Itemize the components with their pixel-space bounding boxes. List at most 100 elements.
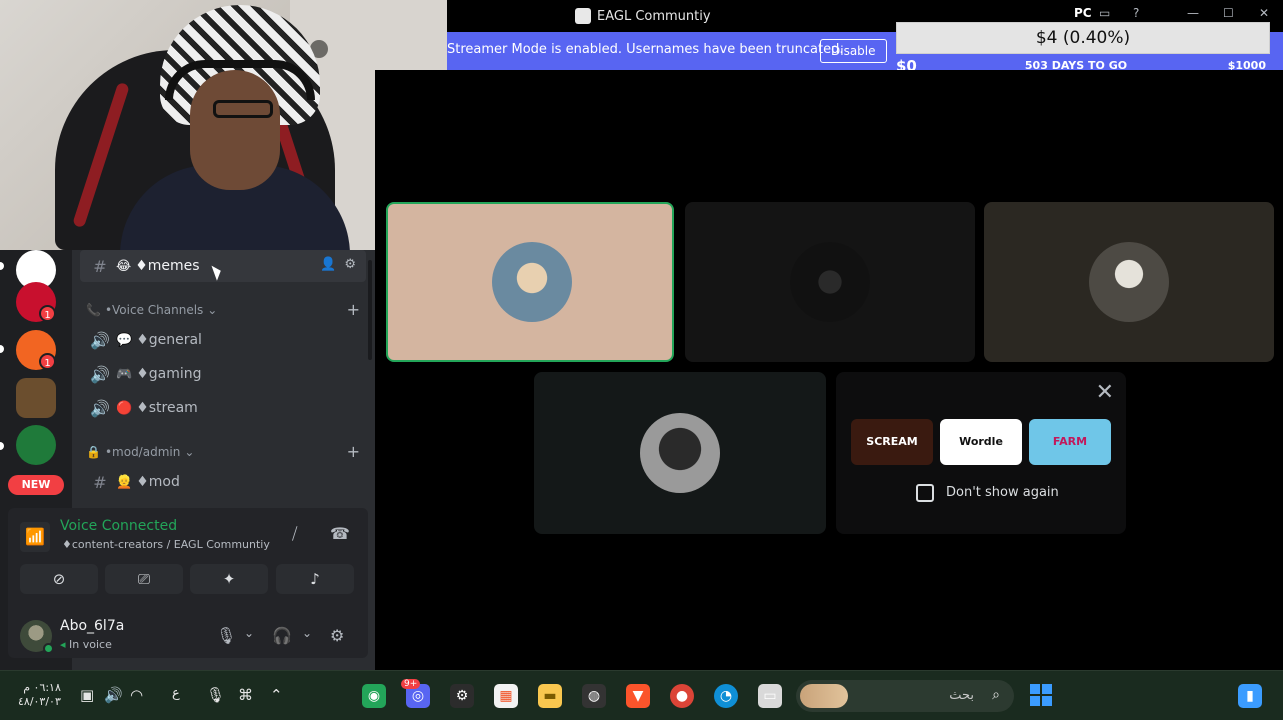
activities-button[interactable]: ✦ <box>190 564 268 594</box>
tray-app-icon[interactable]: ⌘ <box>238 686 253 704</box>
voice-panel: 📶 Voice Connected ♦content-creators / EA… <box>8 508 368 658</box>
goal-amount: $4 (0.40%) <box>1035 28 1131 48</box>
signal-icon[interactable]: 📶 <box>20 522 50 552</box>
server-badge: 1 <box>39 305 56 322</box>
taskbar: ٠٦:١٨ م ٤٨/٠٣/٠٣ ▣ 🔊 ◠ ع 🎙 ⌘ ⌃ ◉ ◎ 9+ ⚙ … <box>0 670 1283 720</box>
camera-button[interactable]: ⊘ <box>20 564 98 594</box>
minimize-button[interactable]: — <box>1187 6 1199 20</box>
battery-icon[interactable]: ▣ <box>80 686 94 704</box>
new-badge[interactable]: NEW <box>8 475 64 495</box>
chrome-icon[interactable]: ● <box>670 684 694 708</box>
chevron-down-icon: ⌄ <box>207 303 218 317</box>
channel-gaming[interactable]: 🔊 🎮 ♦gaming <box>80 358 366 390</box>
noise-suppression-icon[interactable]: ⧸ <box>292 524 297 544</box>
avatar <box>790 242 870 322</box>
mic-tray-icon[interactable]: 🎙 <box>206 686 225 704</box>
server-logo-icon <box>575 8 591 24</box>
category-voice-channels[interactable]: 📞 •Voice Channels ⌄ + <box>86 300 366 320</box>
donation-goal: $4 (0.40%) $0 503 DAYS TO GO $1000 <box>896 22 1270 75</box>
channel-mod[interactable]: # 👱 ♦mod <box>80 466 366 498</box>
window-title: EAGL Communtiy <box>575 8 711 24</box>
screenshare-button[interactable]: ⎚ <box>105 564 183 594</box>
activity-card-wordle[interactable]: Wordle <box>940 419 1022 465</box>
chevron-down-icon: ⌄ <box>184 445 195 459</box>
edge-icon[interactable]: ◔ <box>714 684 738 708</box>
mic-icon[interactable]: 🎙 <box>216 626 236 645</box>
obs-icon[interactable]: ◍ <box>582 684 606 708</box>
server-icon-thv[interactable] <box>16 378 56 418</box>
file-explorer-icon[interactable]: ▬ <box>538 684 562 708</box>
screen: EAGL Communtiy PC ▭ ? — ☐ ✕ Streamer Mod… <box>0 0 1283 720</box>
channel-label: ♦stream <box>136 400 198 416</box>
disable-button[interactable]: Disable <box>820 39 887 63</box>
lock-icon: 🔒 <box>86 445 101 459</box>
widgets-icon[interactable]: ▮ <box>1238 684 1262 708</box>
search-box[interactable]: بحث ⌕ <box>796 680 1014 712</box>
pc-label: PC <box>1074 6 1092 20</box>
app-icon-1[interactable]: ◉ <box>362 684 386 708</box>
speaker-icon: 🔊 <box>90 330 110 350</box>
scrollbar[interactable] <box>368 260 372 360</box>
close-icon[interactable]: ✕ <box>1096 380 1114 405</box>
activities-icon: ✦ <box>222 570 236 588</box>
streamer-face <box>190 70 280 190</box>
hashtag-icon: # <box>93 256 107 276</box>
add-channel-icon[interactable]: + <box>347 442 360 461</box>
close-button[interactable]: ✕ <box>1259 6 1269 20</box>
participant-tile[interactable] <box>984 202 1274 362</box>
search-placeholder: بحث <box>949 688 974 703</box>
clock-time: ٠٦:١٨ م <box>23 681 61 694</box>
language-indicator[interactable]: ع <box>172 686 180 701</box>
user-status: ◂ In voice <box>60 638 112 651</box>
avatar <box>640 413 720 493</box>
category-mod-admin[interactable]: 🔒 •mod/admin ⌄ + <box>86 442 366 462</box>
store-icon[interactable]: ▦ <box>494 684 518 708</box>
voice-status[interactable]: Voice Connected <box>60 518 177 534</box>
volume-icon[interactable]: 🔊 <box>104 686 123 704</box>
channel-label: ♦general <box>136 332 202 348</box>
channel-label: ♦mod <box>136 474 180 490</box>
clock[interactable]: ٠٦:١٨ م ٤٨/٠٣/٠٣ <box>18 681 61 709</box>
settings-icon[interactable]: ⚙ <box>344 257 356 272</box>
headphones-icon[interactable]: 🎧 <box>272 626 292 645</box>
dont-show-label: Don't show again <box>946 485 1059 500</box>
steelseries-icon[interactable]: ⚙ <box>450 684 474 708</box>
banner-text: Streamer Mode is enabled. Usernames have… <box>447 42 844 57</box>
clock-date: ٤٨/٠٣/٠٣ <box>18 695 61 708</box>
activity-card-farm[interactable]: FARM <box>1029 419 1111 465</box>
speaker-icon: ◂ <box>60 638 66 651</box>
disconnect-icon[interactable]: ☎ <box>330 524 350 543</box>
maximize-button[interactable]: ☐ <box>1223 6 1234 20</box>
wifi-icon[interactable]: ◠ <box>130 686 143 704</box>
window-app-icon[interactable]: ▭ <box>758 684 782 708</box>
discord-badge: 9+ <box>401 679 421 689</box>
soundboard-button[interactable]: ♪ <box>276 564 354 594</box>
brave-icon[interactable]: ▼ <box>626 684 650 708</box>
phone-icon: 📞 <box>86 303 101 317</box>
chevron-down-icon[interactable]: ⌄ <box>244 626 254 640</box>
help-icon[interactable]: ? <box>1133 6 1139 20</box>
soundboard-icon: ♪ <box>310 570 320 588</box>
search-icon: ⌕ <box>992 687 1000 703</box>
server-badge: 1 <box>39 353 56 370</box>
speaker-icon: 🔊 <box>90 364 110 384</box>
participant-tile[interactable] <box>386 202 674 362</box>
chevron-down-icon[interactable]: ⌄ <box>302 626 312 640</box>
invite-icon[interactable]: 👤 <box>320 257 336 272</box>
inbox-icon[interactable]: ▭ <box>1099 6 1110 20</box>
user-settings-icon[interactable]: ⚙ <box>330 626 344 645</box>
start-button[interactable] <box>1030 684 1052 706</box>
screenshare-icon: ⎚ <box>137 570 150 588</box>
add-channel-icon[interactable]: + <box>347 300 360 319</box>
channel-general[interactable]: 🔊 💬 ♦general <box>80 324 366 356</box>
username[interactable]: Abo_6l7a <box>60 618 124 634</box>
chevron-up-icon[interactable]: ⌃ <box>270 686 283 704</box>
server-icon-green[interactable] <box>16 425 56 465</box>
channel-stream[interactable]: 🔊 🔴 ♦stream <box>80 392 366 424</box>
participant-tile[interactable] <box>685 202 975 362</box>
search-highlight-image <box>800 684 848 708</box>
activity-card-scream[interactable]: SCREAM <box>851 419 933 465</box>
glasses <box>213 100 273 118</box>
dont-show-checkbox[interactable] <box>916 484 934 502</box>
participant-tile[interactable] <box>534 372 826 534</box>
